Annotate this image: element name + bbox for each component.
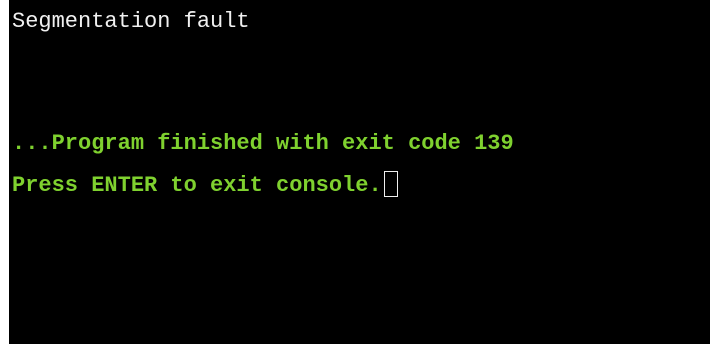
output-press-enter-prompt: Press ENTER to exit console. bbox=[12, 166, 398, 206]
output-segmentation-fault: Segmentation fault bbox=[12, 9, 250, 34]
prompt-text: Press ENTER to exit console. bbox=[12, 173, 382, 198]
text-cursor bbox=[383, 171, 398, 197]
output-exit-code-message: ...Program finished with exit code 139 bbox=[12, 131, 514, 156]
terminal-console[interactable]: Segmentation fault ...Program finished w… bbox=[9, 0, 710, 344]
